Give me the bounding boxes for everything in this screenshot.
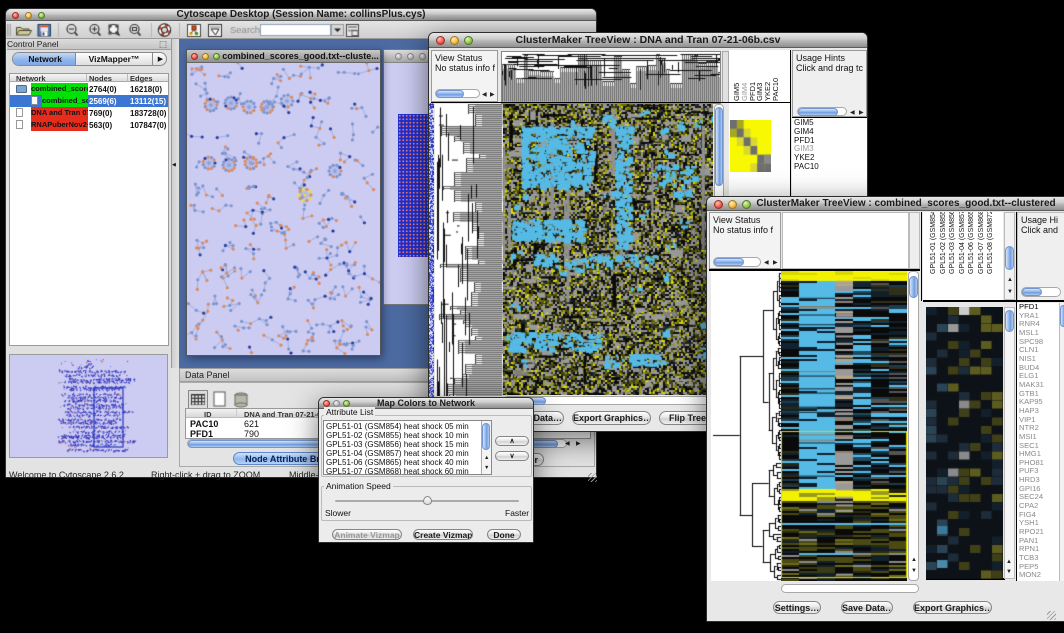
svg-text:GPL51-01 (GSM854): GPL51-01 (GSM854) bbox=[930, 212, 937, 274]
svg-text:GPL51-04 (GSM857): GPL51-04 (GSM857) bbox=[959, 212, 966, 274]
svg-text:GPL51-07 (GSM868): GPL51-07 (GSM868) bbox=[978, 212, 985, 274]
svg-text:GPL51-02 (GSM855): GPL51-02 (GSM855) bbox=[940, 212, 947, 274]
svg-text:GPL51-08 (GSM872): GPL51-08 (GSM872) bbox=[987, 212, 994, 274]
svg-text:GPL51-06 (GSM865): GPL51-06 (GSM865) bbox=[968, 212, 975, 274]
svg-text:PAC10: PAC10 bbox=[771, 78, 780, 101]
svg-text:GPL51-03 (GSM856): GPL51-03 (GSM856) bbox=[949, 212, 956, 274]
